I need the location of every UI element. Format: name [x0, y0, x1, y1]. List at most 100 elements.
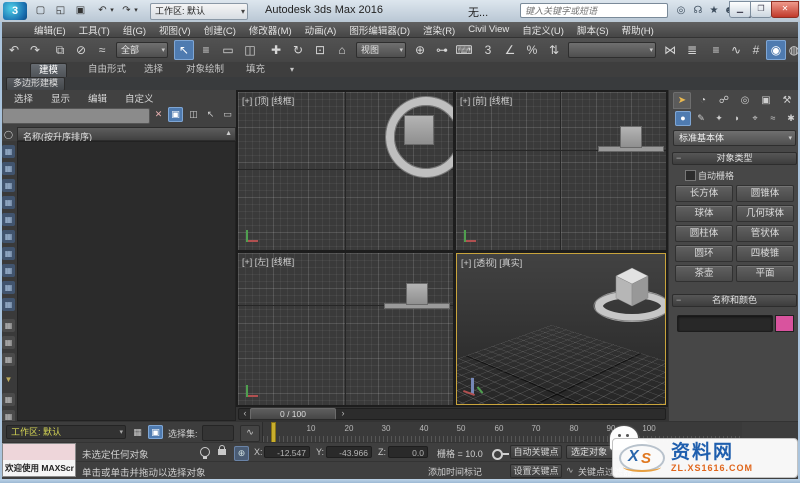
- primitive-box-button[interactable]: 长方体: [675, 185, 733, 202]
- mini-curve-editor-button[interactable]: ∿: [240, 425, 260, 442]
- tab-utilities[interactable]: ⚒: [778, 92, 796, 109]
- category-lights-icon[interactable]: ✦: [711, 111, 727, 126]
- menu-rendering[interactable]: 渲染(R): [423, 23, 455, 37]
- maxscript-mini-listener[interactable]: 欢迎使用 MAXScr: [2, 443, 76, 477]
- workspace-selector[interactable]: 工作区: 默认 ▾: [6, 425, 126, 439]
- category-systems-icon[interactable]: ✱: [783, 111, 799, 126]
- ribbon-tab-freeform[interactable]: 自由形式: [80, 63, 134, 77]
- tab-display[interactable]: ▣: [757, 92, 775, 109]
- curve-editor-icon[interactable]: ∿: [726, 40, 746, 60]
- object-type-rollout[interactable]: − 对象类型: [672, 152, 797, 165]
- display-filter-icon[interactable]: ▦: [2, 264, 15, 277]
- workspace-dropdown[interactable]: 工作区: 默认 ▾: [150, 3, 248, 20]
- polygon-modeling-panel-button[interactable]: 多边形建模: [6, 77, 66, 91]
- select-by-name-icon[interactable]: ≡: [196, 40, 216, 60]
- viewport-top-label[interactable]: [+] [顶] [线框]: [242, 94, 294, 107]
- z-coord-field[interactable]: 0.0: [388, 446, 428, 458]
- menu-views[interactable]: 视图(V): [159, 23, 191, 37]
- ribbon-tab-object-paint[interactable]: 对象绘制: [178, 63, 232, 77]
- layer-manager-icon[interactable]: ≡: [706, 40, 726, 60]
- tab-create[interactable]: ➤: [673, 92, 691, 109]
- display-filter-icon[interactable]: ▦: [2, 319, 15, 332]
- menu-animation[interactable]: 动画(A): [305, 23, 337, 37]
- explorer-pick-icon[interactable]: ↖: [203, 107, 218, 122]
- display-filter-icon[interactable]: ▦: [2, 145, 15, 158]
- primitive-tube-button[interactable]: 管状体: [736, 225, 794, 242]
- ribbon-tab-modeling[interactable]: 建模: [30, 63, 68, 78]
- display-filter-icon[interactable]: ▦: [2, 336, 15, 349]
- box-object[interactable]: [406, 283, 428, 305]
- explorer-menu-customize[interactable]: 自定义: [125, 91, 154, 105]
- explorer-name-column-header[interactable]: ◯ 名称(按升序排序) ▲: [4, 127, 236, 142]
- material-editor-icon[interactable]: ◉: [766, 40, 786, 60]
- select-object-icon[interactable]: ↖: [174, 40, 194, 60]
- menu-edit[interactable]: 编辑(E): [34, 23, 66, 37]
- viewport-left[interactable]: [+] [左] [线框]: [238, 253, 453, 405]
- select-rotate-icon[interactable]: ↻: [288, 40, 308, 60]
- redo-dropdown-icon[interactable]: ▾: [132, 3, 140, 19]
- select-move-icon[interactable]: ✚: [266, 40, 286, 60]
- new-scene-icon[interactable]: ▢: [32, 3, 49, 19]
- pivot-center-icon[interactable]: ⊕: [410, 40, 430, 60]
- viewport-left-label[interactable]: [+] [左] [线框]: [242, 255, 294, 268]
- menu-graph-editors[interactable]: 图形编辑器(D): [349, 23, 410, 37]
- viewport-front[interactable]: [+] [前] [线框]: [456, 92, 666, 250]
- display-filter-icon[interactable]: ▦: [2, 196, 15, 209]
- current-frame-marker[interactable]: [271, 422, 276, 443]
- x-coord-field[interactable]: -12.547: [264, 446, 310, 458]
- next-frame-icon[interactable]: ›: [337, 408, 349, 420]
- category-helpers-icon[interactable]: ⌖: [747, 111, 763, 126]
- communication-center-icon[interactable]: ☊: [690, 3, 706, 19]
- add-time-tag[interactable]: 添加时间标记: [428, 465, 482, 478]
- explorer-sync-icon[interactable]: ▭: [220, 107, 235, 122]
- primitive-teapot-button[interactable]: 茶壶: [675, 265, 733, 282]
- category-shapes-icon[interactable]: ✎: [693, 111, 709, 126]
- select-manipulate-icon[interactable]: ⊶: [432, 40, 452, 60]
- object-color-swatch[interactable]: [775, 315, 794, 332]
- search-input[interactable]: [520, 3, 668, 18]
- menu-help[interactable]: 帮助(H): [622, 23, 654, 37]
- viewport-perspective[interactable]: [+] [透视] [真实]: [456, 253, 666, 405]
- explorer-menu-edit[interactable]: 编辑: [88, 91, 107, 105]
- category-spacewarps-icon[interactable]: ≈: [765, 111, 781, 126]
- tab-modify[interactable]: ◔: [694, 92, 712, 109]
- clear-search-icon[interactable]: ✕: [151, 107, 166, 122]
- box-object[interactable]: [404, 115, 434, 145]
- primitive-torus-button[interactable]: 圆环: [675, 245, 733, 262]
- open-file-icon[interactable]: ◱: [52, 3, 69, 19]
- menu-civil-view[interactable]: Civil View: [468, 24, 509, 35]
- menu-tools[interactable]: 工具(T): [79, 23, 110, 37]
- object-name-field[interactable]: [677, 315, 773, 332]
- display-filter-icon[interactable]: ▦: [2, 281, 15, 294]
- redo-icon[interactable]: ↷: [25, 40, 45, 60]
- mirror-icon[interactable]: ⋈: [660, 40, 680, 60]
- name-color-rollout[interactable]: − 名称和颜色: [672, 294, 797, 307]
- lightbulb-icon[interactable]: [200, 447, 210, 459]
- set-key-button[interactable]: 设置关键点: [510, 464, 562, 478]
- viewport-perspective-label[interactable]: [+] [透视] [真实]: [461, 256, 522, 269]
- explorer-search-input[interactable]: [2, 108, 150, 124]
- maxscript-macro-recorder[interactable]: [3, 444, 75, 460]
- spinner-snap-icon[interactable]: ⇅: [544, 40, 564, 60]
- maximize-button[interactable]: ❐: [750, 1, 772, 18]
- reference-coordinate-dropdown[interactable]: 视图 ▾: [356, 42, 406, 58]
- category-geometry-icon[interactable]: ●: [675, 111, 691, 126]
- percent-snap-icon[interactable]: %: [522, 40, 542, 60]
- display-filter-icon[interactable]: ▦: [2, 353, 15, 366]
- align-icon[interactable]: ≣: [682, 40, 702, 60]
- undo-icon[interactable]: ↶: [4, 40, 24, 60]
- menu-group[interactable]: 组(G): [123, 23, 146, 37]
- menu-modifiers[interactable]: 修改器(M): [249, 23, 292, 37]
- menu-scripting[interactable]: 脚本(S): [577, 23, 609, 37]
- filter-funnel-icon[interactable]: ▼: [2, 373, 15, 386]
- search-icon[interactable]: ◎: [673, 3, 689, 19]
- autogrid-checkbox[interactable]: [685, 170, 696, 181]
- sort-ascending-icon[interactable]: ▲: [225, 130, 232, 137]
- y-coord-field[interactable]: -43.966: [326, 446, 372, 458]
- 3dsmax-logo-icon[interactable]: 3: [3, 2, 27, 20]
- menu-customize[interactable]: 自定义(U): [522, 23, 564, 37]
- minimize-button[interactable]: ▁: [729, 1, 751, 18]
- ribbon-tab-selection[interactable]: 选择: [136, 63, 171, 77]
- scene-object-list[interactable]: [17, 141, 236, 421]
- display-filter-icon[interactable]: ▦: [2, 179, 15, 192]
